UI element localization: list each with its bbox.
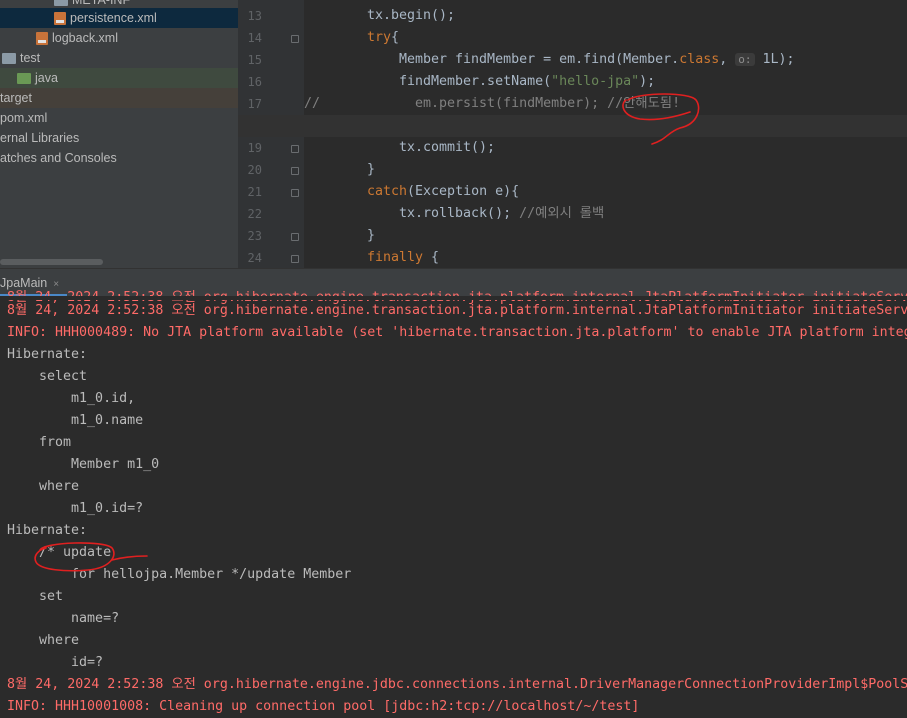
console-line: select <box>7 369 88 384</box>
caret-line-highlight <box>238 115 907 137</box>
console-line: m1_0.name <box>7 413 144 428</box>
tree-item-persistence-xml[interactable]: persistence.xml <box>0 8 238 28</box>
line-number: 19 <box>247 141 262 155</box>
code-line: finally { <box>367 247 439 268</box>
line-comment-marker: // <box>304 96 321 111</box>
code-token: tx.begin(); <box>367 8 456 23</box>
run-console-panel: JpaMain × 8월 24, 2024 2:52:38 오전 org.hibe… <box>0 268 907 714</box>
console-line: Member m1_0 <box>7 457 160 472</box>
code-token: "hello-jpa" <box>551 74 640 89</box>
line-number: 22 <box>247 207 262 221</box>
tree-item-ernal-libraries[interactable]: ernal Libraries <box>0 128 238 148</box>
fold-toggle-icon[interactable] <box>291 35 299 43</box>
code-line: tx.rollback(); //예외시 롤백 <box>399 203 604 225</box>
tree-item-test[interactable]: test <box>0 48 238 68</box>
code-token: { <box>423 250 440 265</box>
tree-item-label: test <box>20 51 41 65</box>
tree-item-java[interactable]: java <box>0 68 238 88</box>
code-line-partial: Member findMember = em.find(Member.class… <box>399 0 775 5</box>
console-line: m1_0.id=? <box>7 501 144 516</box>
parameter-hint: o: <box>735 53 755 66</box>
line-number: 20 <box>247 163 262 177</box>
code-line: catch(Exception e){ <box>367 181 519 203</box>
code-line: tx.commit(); <box>399 137 495 159</box>
code-token: try <box>367 30 392 45</box>
tree-item-label: java <box>35 71 58 85</box>
code-token: { <box>391 30 400 45</box>
code-editor[interactable]: 131415161718192021222324 tx.begin();try{… <box>238 0 907 268</box>
folder-icon <box>54 0 68 7</box>
code-line: tx.begin(); <box>367 5 455 27</box>
code-token: em.persist(findMember); //안해도됨! <box>415 96 681 111</box>
tree-item-label: pom.xml <box>0 111 48 125</box>
code-token: Member findMember = em.find(Member. <box>399 52 680 67</box>
code-token: catch <box>367 184 408 199</box>
line-number: 21 <box>247 185 262 199</box>
tree-horizontal-scrollbar[interactable] <box>0 259 103 265</box>
fold-toggle-icon[interactable] <box>291 233 299 241</box>
line-number: 15 <box>247 53 262 67</box>
code-line: } <box>367 225 375 247</box>
tree-item-atches-and-consoles[interactable]: atches and Consoles <box>0 148 238 168</box>
xml-file-icon <box>36 32 48 46</box>
code-token: } <box>367 228 376 243</box>
fold-toggle-icon[interactable] <box>291 167 299 175</box>
code-line: try{ <box>367 27 399 49</box>
console-line: Hibernate: <box>7 523 88 538</box>
code-token: ); <box>639 74 656 89</box>
code-token: tx.rollback(); <box>399 206 520 221</box>
line-number: 16 <box>247 75 262 89</box>
console-line: for hellojpa.Member */update Member <box>7 567 352 582</box>
tree-item-label: META-INF <box>72 0 131 7</box>
tree-item-target[interactable]: target <box>0 88 238 108</box>
console-line: id=? <box>7 655 104 670</box>
tree-item-logback-xml[interactable]: logback.xml <box>0 28 238 48</box>
code-token: finally <box>367 250 424 265</box>
tree-item-label: atches and Consoles <box>0 151 117 165</box>
console-line: /* update <box>7 545 112 560</box>
code-line: Member findMember = em.find(Member.class… <box>399 49 795 71</box>
code-line: } <box>367 159 375 181</box>
code-token: } <box>367 162 376 177</box>
code-token: 1L); <box>754 52 795 67</box>
fold-toggle-icon[interactable] <box>291 145 299 153</box>
line-number: 23 <box>247 229 262 243</box>
code-line: em.persist(findMember); //안해도됨! <box>415 93 680 115</box>
console-line: where <box>7 479 80 494</box>
folder-icon <box>2 53 16 65</box>
console-line: INFO: HHH000489: No JTA platform availab… <box>7 325 907 340</box>
code-token: class <box>679 52 720 67</box>
console-line: m1_0.id, <box>7 391 136 406</box>
console-line: where <box>7 633 80 648</box>
line-number: 24 <box>247 251 262 265</box>
tree-item-label: logback.xml <box>52 31 118 45</box>
tree-item-label: target <box>0 91 32 105</box>
console-line: 8월 24, 2024 2:52:38 오전 org.hibernate.eng… <box>7 303 907 318</box>
console-line: set <box>7 589 64 604</box>
code-token: findMember.setName( <box>399 74 552 89</box>
tree-item-label: persistence.xml <box>70 11 157 25</box>
fold-toggle-icon[interactable] <box>291 189 299 197</box>
code-token: (Exception e){ <box>407 184 520 199</box>
fold-toggle-icon[interactable] <box>291 255 299 263</box>
folder-icon <box>17 73 31 85</box>
line-number: 13 <box>247 9 262 23</box>
project-tree-panel: META-INF persistence.xml logback.xml test ja… <box>0 0 238 268</box>
console-line: 8월 24, 2024 2:52:38 오전 org.hibernate.eng… <box>7 677 907 692</box>
xml-file-icon <box>54 12 66 26</box>
console-line: INFO: HHH10001008: Cleaning up connectio… <box>7 699 640 714</box>
code-token: , <box>719 52 736 67</box>
line-number: 17 <box>247 97 262 111</box>
line-number: 14 <box>247 31 262 45</box>
code-token: //예외시 롤백 <box>519 206 605 221</box>
console-line: name=? <box>7 611 120 626</box>
code-line: findMember.setName("hello-jpa"); <box>399 71 655 93</box>
console-line: from <box>7 435 72 450</box>
tree-item-label: ernal Libraries <box>0 131 80 145</box>
code-token: tx.commit(); <box>399 140 496 155</box>
console-line: Hibernate: <box>7 347 88 362</box>
tree-item-pom-xml[interactable]: pom.xml <box>0 108 238 128</box>
